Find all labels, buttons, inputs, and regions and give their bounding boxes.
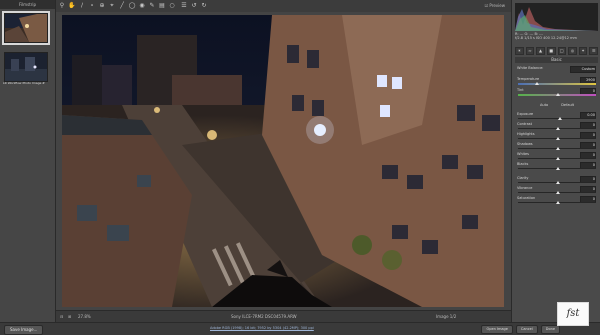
preferences-icon[interactable]: ☰ <box>180 2 188 10</box>
slider-label-shadows: Shadows <box>517 142 533 146</box>
slider-handle-whites[interactable] <box>556 157 560 160</box>
slider-row-whites: Whites 0 <box>516 152 598 162</box>
preview-checkbox[interactable]: ☑ Preview <box>485 3 505 8</box>
rotate-right-icon[interactable]: ↻ <box>200 2 208 10</box>
workflow-options-link[interactable]: Adobe RGB (1998); 16 bit; 7952 by 5304 (… <box>210 326 314 330</box>
rotate-left-icon[interactable]: ↺ <box>190 2 198 10</box>
radial-filter-icon[interactable]: ○ <box>168 2 176 10</box>
slider-label-blacks: Blacks <box>517 162 529 166</box>
exposure-info: f/2.8 1/15 s ISO 400 12-24@12 mm <box>515 36 577 40</box>
photo-preview[interactable] <box>62 15 504 307</box>
slider-label-contrast: Contrast <box>517 122 532 126</box>
tab-presets-icon[interactable]: ☰ <box>589 47 598 55</box>
slider-track-temperature[interactable] <box>518 83 596 85</box>
filmstrip-title: Filmstrip <box>0 0 55 9</box>
crop-icon[interactable]: ⌖ <box>108 2 116 10</box>
target-adjust-icon[interactable]: ⊕ <box>98 2 106 10</box>
footer-bar: Save Image... Adobe RGB (1998); 16 bit; … <box>0 322 600 335</box>
slider-label-saturation: Saturation <box>517 196 536 200</box>
zoom-plus-icon[interactable]: ⊞ <box>68 314 71 319</box>
auto-default-links: Auto Default <box>516 103 598 109</box>
tab-split-toning-icon[interactable]: □ <box>557 47 567 55</box>
hand-icon[interactable]: ✋ <box>68 2 76 10</box>
camera-raw-window: Filmstrip DSC04579.ARW LR Workflow Photo… <box>0 0 600 335</box>
white-balance-row: White Balance: Custom <box>516 66 598 76</box>
filmstrip-panel: Filmstrip DSC04579.ARW LR Workflow Photo… <box>0 0 56 322</box>
spot-removal-icon[interactable]: ◯ <box>128 2 136 10</box>
tab-lens-icon[interactable]: ◎ <box>568 47 577 55</box>
slider-label-vibrance: Vibrance <box>517 186 533 190</box>
adjustment-brush-icon[interactable]: ✎ <box>148 2 156 10</box>
slider-handle-saturation[interactable] <box>556 201 560 204</box>
slider-handle-highlights[interactable] <box>556 137 560 140</box>
slider-label-highlights: Highlights <box>517 132 535 136</box>
slider-handle-blacks[interactable] <box>556 167 560 170</box>
filmstrip-thumb-1[interactable] <box>2 11 50 45</box>
slider-row-contrast: Contrast 0 <box>516 122 598 132</box>
slider-row-highlights: Highlights 0 <box>516 132 598 142</box>
open-image-button[interactable]: Open Image <box>481 325 513 334</box>
done-button[interactable]: Done <box>540 325 560 334</box>
histogram-info: R: --- G: --- B: --- f/2.8 1/15 s ISO 40… <box>515 32 598 46</box>
straighten-icon[interactable]: ╱ <box>118 2 126 10</box>
red-eye-icon[interactable]: ◉ <box>138 2 146 10</box>
graduated-filter-icon[interactable]: ▤ <box>158 2 166 10</box>
white-balance-icon[interactable]: ∕ <box>78 2 86 10</box>
slider-handle-contrast[interactable] <box>556 127 560 130</box>
tab-detail-icon[interactable]: ▲ <box>536 47 545 55</box>
slider-row-shadows: Shadows 0 <box>516 142 598 152</box>
preview-label: Preview <box>489 3 505 8</box>
slider-row-blacks: Blacks 0 <box>516 162 598 172</box>
slider-handle-exposure[interactable] <box>557 117 562 120</box>
zoom-minus-icon[interactable]: ⊟ <box>60 314 63 319</box>
image-count: Image 1/2 <box>436 314 457 319</box>
white-balance-select[interactable]: Custom <box>570 66 596 73</box>
zoom-level[interactable]: 27.8% <box>78 314 91 319</box>
tab-basic-icon[interactable]: ☀ <box>515 47 524 55</box>
watermark-logo: fst <box>557 302 589 326</box>
section-title: Basic <box>515 57 598 63</box>
slider-row-exposure: Exposure 0.00 <box>516 112 598 122</box>
tab-tone-curve-icon[interactable]: ≈ <box>525 47 535 55</box>
slider-handle-clarity[interactable] <box>556 181 560 184</box>
slider-handle-temperature[interactable] <box>534 82 539 85</box>
slider-row-vibrance: Vibrance 0 <box>516 186 598 196</box>
slider-row-clarity: Clarity 0 <box>516 176 598 186</box>
zoom-icon[interactable]: ⚲ <box>58 2 66 10</box>
filmstrip-thumb-2[interactable] <box>4 52 48 82</box>
histogram <box>515 3 598 31</box>
slider-label-temperature: Temperature <box>517 77 540 81</box>
cancel-button[interactable]: Cancel <box>515 325 538 334</box>
filmstrip-caption-2: LR Workflow Photo Image # <box>3 81 45 85</box>
panel-tabs: ☀ ≈ ▲ ■ □ ◎ ✦ ☰ <box>515 47 598 55</box>
auto-link[interactable]: Auto <box>540 103 548 107</box>
filmstrip-caption-1: DSC04579.ARW <box>3 42 27 46</box>
slider-label-whites: Whites <box>517 152 530 156</box>
adjustments-panel: R: --- G: --- B: --- f/2.8 1/15 s ISO 40… <box>511 0 600 322</box>
slider-label-tint: Tint <box>517 88 524 92</box>
slider-handle-vibrance[interactable] <box>556 191 560 194</box>
slider-label-clarity: Clarity <box>517 176 529 180</box>
color-sampler-icon[interactable]: ∘ <box>88 2 96 10</box>
slider-row-saturation: Saturation 0 <box>516 196 598 206</box>
slider-handle-shadows[interactable] <box>556 147 560 150</box>
footer-buttons: Open Image Cancel Done <box>481 325 560 334</box>
slider-handle-tint[interactable] <box>556 93 560 96</box>
slider-row-temperature: Temperature 2900 <box>516 77 598 87</box>
white-balance-label: White Balance: <box>517 66 544 70</box>
tab-hsl-icon[interactable]: ■ <box>546 47 556 55</box>
tab-effects-icon[interactable]: ✦ <box>578 47 588 55</box>
slider-label-exposure: Exposure <box>517 112 534 116</box>
slider-row-tint: Tint 0 <box>516 88 598 98</box>
image-canvas[interactable] <box>56 12 511 310</box>
default-link[interactable]: Default <box>561 103 574 107</box>
camera-info: Sony ILCE-7RM2 DSC04579.ARW <box>231 314 297 319</box>
